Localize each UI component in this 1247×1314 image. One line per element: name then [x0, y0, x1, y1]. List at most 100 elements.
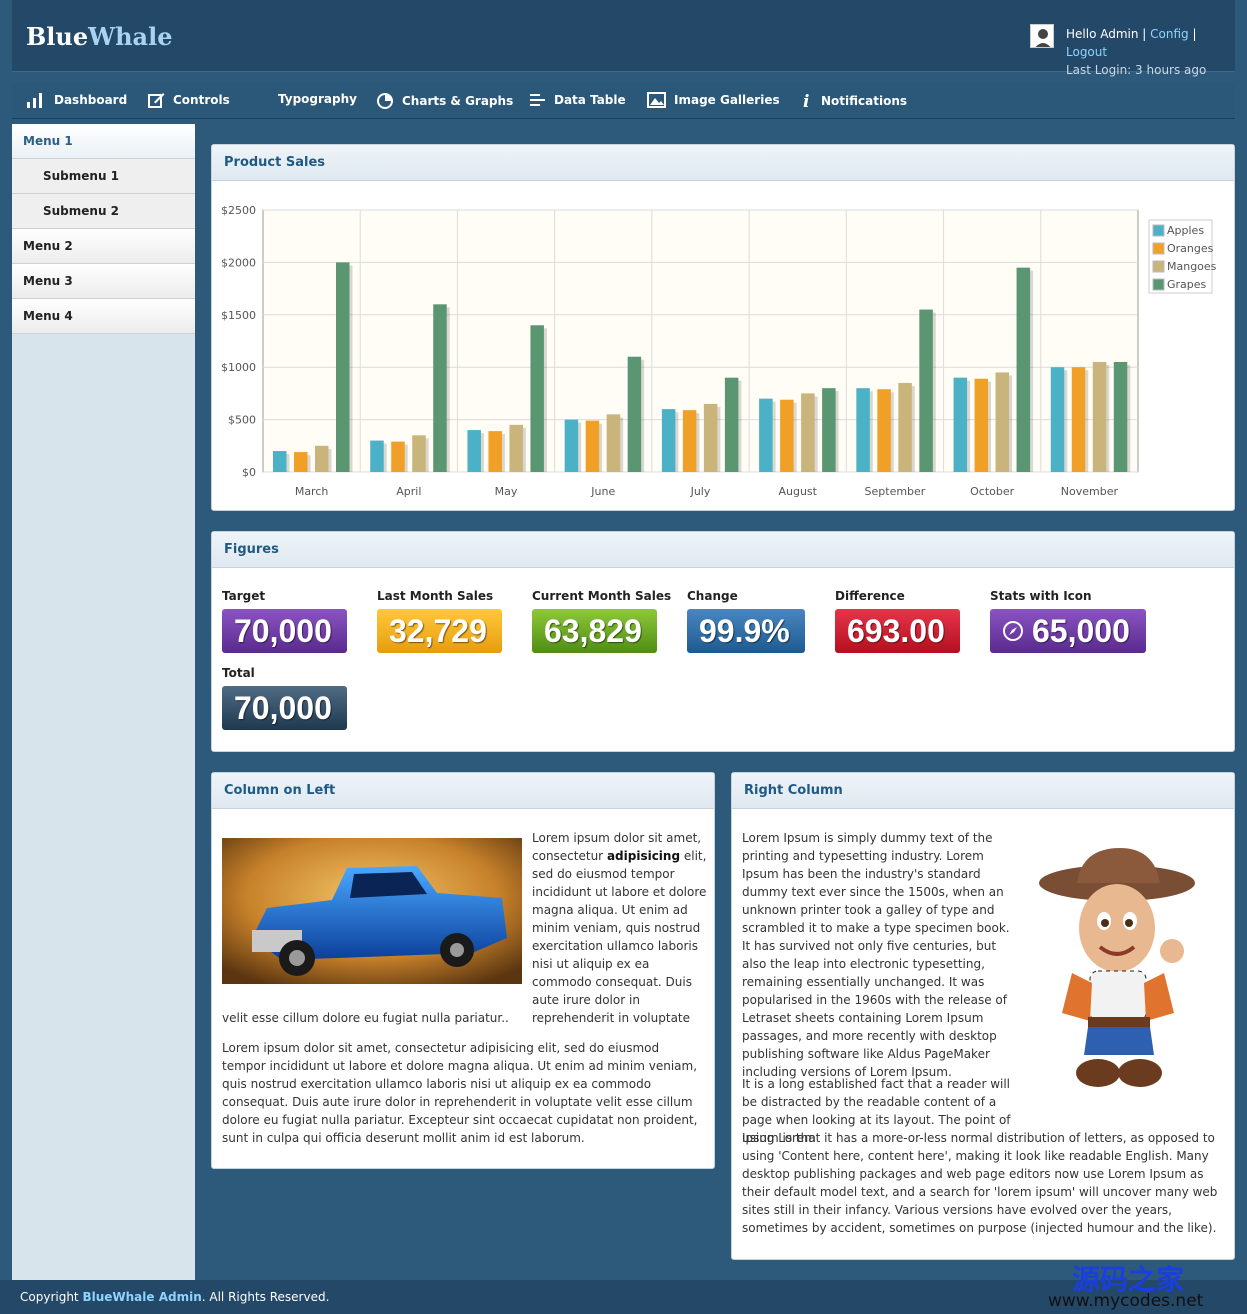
last-login: Last Login: 3 hours ago	[1066, 63, 1207, 77]
figure-value-badge: 70,000	[222, 609, 347, 653]
x-tick-label: April	[396, 485, 421, 498]
figure-label: Current Month Sales	[532, 589, 672, 603]
sidebar-item-menu-2[interactable]: Menu 2	[12, 229, 195, 264]
figure-label: Last Month Sales	[377, 589, 494, 603]
bar-mangoes	[703, 403, 718, 472]
figure-label: Difference	[835, 589, 905, 603]
legend-label: Apples	[1167, 224, 1204, 237]
nav-label: Controls	[173, 93, 230, 107]
greeting: Hello Admin	[1066, 27, 1139, 41]
x-tick-label: August	[778, 485, 817, 498]
bar-chart-icon	[27, 93, 42, 108]
bar-apples	[759, 398, 773, 472]
bar-grapes	[627, 356, 642, 472]
nav-image-galleries[interactable]: Image Galleries	[647, 92, 780, 108]
x-tick-label: November	[1061, 485, 1119, 498]
legend-swatch	[1152, 224, 1165, 237]
figure-value: 63,829	[544, 613, 642, 649]
panel-title: Right Column	[732, 773, 1234, 809]
x-tick-label: June	[590, 485, 615, 498]
figure-value: 99.9%	[699, 613, 790, 649]
figure-value-badge: 99.9%	[687, 609, 805, 653]
sidebar-item-menu-3[interactable]: Menu 3	[12, 264, 195, 299]
figure-stat: Last Month Sales 32,729	[377, 589, 502, 653]
bar-grapes	[919, 309, 933, 472]
figure-label: Total	[222, 666, 255, 680]
bar-mangoes	[412, 435, 426, 472]
y-tick-label: $1500	[221, 309, 256, 322]
bar-apples	[273, 451, 287, 472]
legend-swatch	[1152, 278, 1165, 291]
figure-value-badge: 32,729	[377, 609, 502, 653]
bar-oranges	[294, 452, 308, 472]
bar-grapes	[1016, 267, 1031, 472]
logo[interactable]: BlueWhale	[26, 22, 172, 51]
sidebar-item-submenu-2[interactable]: Submenu 2	[12, 194, 195, 229]
x-tick-label: September	[865, 485, 926, 498]
bar-oranges	[391, 441, 405, 472]
image-icon	[647, 92, 666, 108]
nav-notifications[interactable]: i Notifications	[799, 92, 907, 110]
left-paragraph-1: Lorem ipsum dolor sit amet, consectetur …	[532, 831, 707, 1025]
bar-oranges	[1071, 367, 1086, 472]
nav-label: Dashboard	[54, 93, 128, 107]
nav-label: Charts & Graphs	[402, 94, 514, 108]
nav-charts-graphs[interactable]: Charts & Graphs	[376, 92, 513, 110]
bar-oranges	[488, 431, 502, 472]
sidebar-item-menu-1[interactable]: Menu 1	[12, 124, 195, 159]
left-column-panel: Column on Left Lorem ipsum dolor sit ame…	[211, 772, 715, 1169]
figure-stat: Stats with Icon 65,000	[990, 589, 1146, 653]
x-tick-label: May	[495, 485, 518, 498]
footer-brand-link[interactable]: BlueWhale Admin	[82, 1290, 201, 1304]
bar-oranges	[682, 410, 697, 472]
config-link[interactable]: Config	[1150, 27, 1189, 41]
nav-label: Image Galleries	[674, 93, 780, 107]
nav-typography[interactable]: Typography	[278, 92, 357, 106]
panel-title: Column on Left	[212, 773, 714, 809]
nav-dashboard[interactable]: Dashboard	[26, 92, 127, 108]
toy-truck-image	[222, 838, 522, 984]
bar-mangoes	[509, 424, 523, 472]
nav-data-table[interactable]: Data Table	[529, 92, 626, 108]
bar-grapes	[336, 262, 350, 472]
bar-grapes	[530, 325, 544, 472]
legend-swatch	[1152, 260, 1165, 273]
compass-icon	[1003, 621, 1023, 641]
right-column-panel: Right Column Lorem Ipsum is simply dummy…	[731, 772, 1235, 1260]
figure-value-badge: 693.00	[835, 609, 960, 653]
sidebar-item-submenu-1[interactable]: Submenu 1	[12, 159, 195, 194]
x-tick-label: March	[295, 485, 329, 498]
bar-apples	[564, 419, 579, 472]
left-paragraph-1-tail: velit esse cillum dolore eu fugiat nulla…	[222, 1011, 509, 1025]
figure-stat: Target 70,000	[222, 589, 347, 653]
legend-swatch	[1152, 242, 1165, 255]
bar-apples	[370, 440, 384, 472]
bar-mangoes	[315, 445, 329, 472]
product-sales-panel: Product Sales $0 $500 $1000 $1500 $2000 $2500…	[211, 144, 1235, 511]
bar-apples	[661, 409, 676, 472]
logout-link[interactable]: Logout	[1066, 45, 1107, 59]
figure-value: 32,729	[389, 613, 487, 649]
legend-label: Oranges	[1167, 242, 1214, 255]
sidebar-item-menu-4[interactable]: Menu 4	[12, 299, 195, 334]
y-tick-label: $2500	[221, 204, 256, 217]
figure-value: 70,000	[234, 613, 332, 649]
nav-label: Typography	[278, 92, 357, 106]
sidebar: Menu 1 Submenu 1 Submenu 2 Menu 2 Menu 3…	[12, 124, 195, 1280]
bar-oranges	[974, 378, 989, 472]
bar-mangoes	[801, 393, 815, 472]
nav-controls[interactable]: Controls	[148, 92, 230, 108]
list-icon	[530, 94, 545, 106]
nav-label: Notifications	[821, 94, 908, 108]
figure-label: Target	[222, 589, 266, 603]
bar-mangoes	[898, 382, 912, 472]
figure-label: Change	[687, 589, 738, 603]
bar-apples	[467, 430, 481, 472]
edit-icon	[148, 93, 165, 108]
product-sales-chart: $0 $500 $1000 $1500 $2000 $2500 March April May J…	[221, 204, 1217, 498]
panel-title: Product Sales	[212, 145, 1234, 181]
bar-oranges	[877, 389, 891, 472]
watermark-url: www.mycodes.net	[1048, 1291, 1204, 1311]
bar-grapes	[724, 377, 739, 472]
bar-apples	[856, 388, 870, 472]
